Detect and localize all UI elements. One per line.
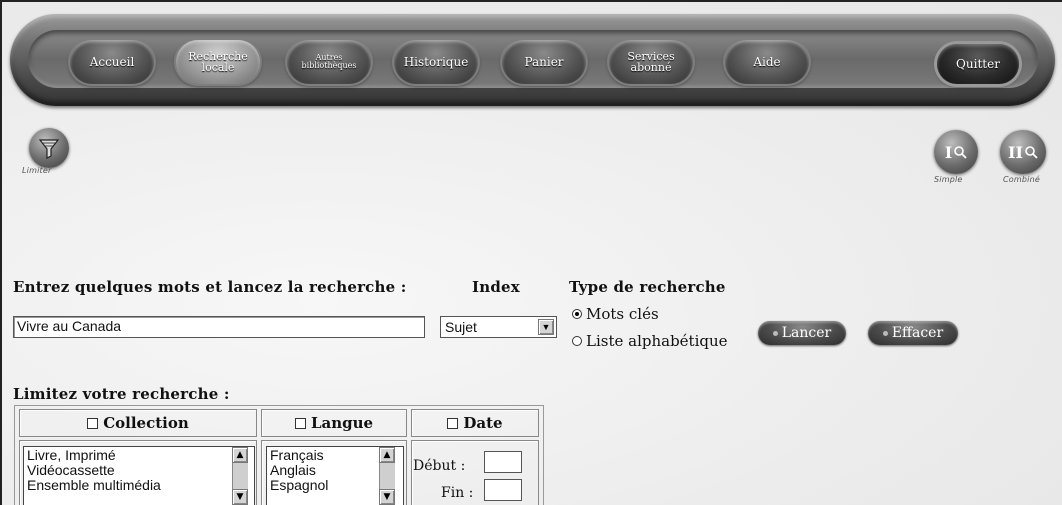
magnifier-icon <box>954 146 967 159</box>
launch-search-button[interactable]: Lancer <box>758 321 846 345</box>
index-select[interactable]: Sujet ▼ <box>440 316 557 338</box>
index-select-value: Sujet <box>445 319 477 335</box>
collection-label: Collection <box>103 414 189 432</box>
simple-search-glyph: I <box>944 142 953 162</box>
scroll-up-icon[interactable]: ▲ <box>232 447 248 463</box>
date-checkbox[interactable] <box>447 417 459 429</box>
list-item[interactable]: Vidéocassette <box>27 463 251 478</box>
start-date-label: Début : <box>413 458 466 474</box>
end-date-label: Fin : <box>441 485 474 501</box>
simple-caption: Simple <box>934 175 963 184</box>
search-query-input[interactable]: Vivre au Canada <box>13 316 425 338</box>
index-label: Index <box>472 278 520 296</box>
launch-label: Lancer <box>781 325 832 341</box>
quit-button[interactable]: Quitter <box>937 44 1019 84</box>
dot-icon <box>882 330 888 336</box>
list-item[interactable]: Ensemble multimédia <box>27 478 251 493</box>
nav-home-button[interactable]: Accueil <box>70 40 154 84</box>
list-item[interactable]: Livre, Imprimé <box>27 448 251 463</box>
type-option-alphabetical[interactable]: Liste alphabétique <box>572 332 728 350</box>
date-label: Date <box>463 414 503 432</box>
radio-selected-icon[interactable] <box>572 309 582 319</box>
combined-search-button[interactable]: II <box>1000 130 1046 174</box>
language-header[interactable]: Langue <box>261 409 407 437</box>
collection-checkbox[interactable] <box>87 417 99 429</box>
clear-button[interactable]: Effacer <box>868 321 958 345</box>
date-header[interactable]: Date <box>411 409 539 437</box>
simple-search-button[interactable]: I <box>934 130 978 174</box>
nav-history-button[interactable]: Historique <box>394 40 478 84</box>
clear-label: Effacer <box>891 325 944 341</box>
limits-title: Limitez votre recherche : <box>13 385 230 403</box>
limit-caption: Limiter <box>22 166 52 175</box>
nav-subscriber-services-button[interactable]: Services abonné <box>609 40 693 84</box>
page-frame: Accueil Recherche locale Autres biblioth… <box>0 0 1062 505</box>
nav-other-libraries-button[interactable]: Autres bibliothèques <box>287 40 371 84</box>
magnifier-icon <box>1025 146 1038 159</box>
scroll-up-icon[interactable]: ▲ <box>379 447 395 463</box>
combined-caption: Combiné <box>1003 175 1040 184</box>
nav-help-button[interactable]: Aide <box>725 40 809 84</box>
chevron-down-icon[interactable]: ▼ <box>538 319 554 335</box>
combined-search-glyph: II <box>1008 142 1023 162</box>
end-date-input[interactable] <box>484 479 522 501</box>
limit-funnel-icon[interactable] <box>29 128 69 168</box>
language-label: Langue <box>310 414 374 432</box>
type-option-alphabetical-label: Liste alphabétique <box>586 332 728 350</box>
start-date-input[interactable] <box>484 451 522 473</box>
search-type-label: Type de recherche <box>569 278 726 296</box>
dot-icon <box>772 330 778 336</box>
collection-listbox[interactable]: Livre, Imprimé Vidéocassette Ensemble mu… <box>23 446 255 505</box>
type-option-keywords[interactable]: Mots clés <box>572 305 659 323</box>
language-checkbox[interactable] <box>294 417 306 429</box>
nav-local-search-button[interactable]: Recherche locale <box>176 40 260 84</box>
nav-cart-button[interactable]: Panier <box>502 40 586 84</box>
scroll-down-icon[interactable]: ▼ <box>379 489 395 505</box>
scroll-down-icon[interactable]: ▼ <box>232 489 248 505</box>
radio-unselected-icon[interactable] <box>572 336 582 346</box>
search-prompt-label: Entrez quelques mots et lancez la recher… <box>13 278 407 296</box>
type-option-keywords-label: Mots clés <box>586 305 659 323</box>
collection-header[interactable]: Collection <box>19 409 257 437</box>
